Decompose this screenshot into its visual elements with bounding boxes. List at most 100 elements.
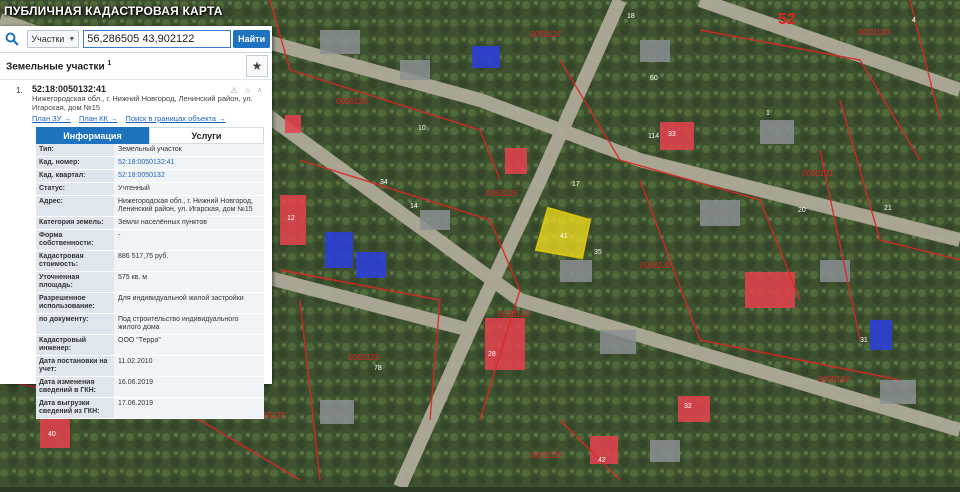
property-value: - bbox=[114, 230, 264, 250]
lot-label: 4 bbox=[912, 17, 916, 24]
plan-zu-link[interactable]: План ЗУ → bbox=[32, 114, 71, 123]
lot-label: 78 bbox=[374, 365, 382, 372]
property-key: Кад. квартал: bbox=[36, 170, 114, 182]
lot-label: 40 bbox=[48, 431, 56, 438]
property-row: Кад. номер: 52:18:0050132:41 bbox=[36, 157, 264, 170]
cadastral-number[interactable]: 52:18:0050132:41 bbox=[32, 84, 264, 94]
property-row: Статус: Учтенный bbox=[36, 183, 264, 196]
lot-label: 12 bbox=[287, 215, 295, 222]
quarter-label: 0050134 bbox=[818, 375, 850, 384]
quarter-label: 0050132 bbox=[640, 261, 672, 270]
quarter-label: 0050136 bbox=[530, 451, 562, 460]
property-row: Дата изменения сведений в ГКН: 16.06.2019 bbox=[36, 377, 264, 398]
property-row: Категория земель: Земли населённых пункто… bbox=[36, 217, 264, 230]
results-count: 1 bbox=[107, 59, 112, 67]
quarter-label: 0050127 bbox=[530, 30, 562, 39]
property-row: по документу: Под строительство индивидуа… bbox=[36, 314, 264, 335]
property-value: 11.02.2010 bbox=[114, 356, 264, 376]
quarter-label: 0050126 bbox=[486, 189, 518, 198]
property-key: Разрешенное использование: bbox=[36, 293, 114, 313]
lot-label: 60 bbox=[650, 75, 658, 82]
properties-table: Тип: Земельный участок Кад. номер: 52:18:00… bbox=[36, 144, 264, 419]
property-row: Дата выгрузки сведений из ГКН: 17.06.2019 bbox=[36, 398, 264, 419]
lot-label: 42 bbox=[598, 457, 606, 464]
lot-label: 35 bbox=[594, 249, 602, 256]
layer-select-value: Участки bbox=[31, 34, 65, 44]
section-title: Земельные участки 1 bbox=[6, 59, 112, 73]
info-panel: Участки ▼ Найти Земельные участки 1 ★ 1.… bbox=[0, 26, 272, 419]
property-key: Дата изменения сведений в ГКН: bbox=[36, 377, 114, 397]
tab-info[interactable]: Информация bbox=[36, 127, 149, 144]
result-links: План ЗУ → План КК → Поиск в границах объ… bbox=[32, 114, 264, 123]
property-value: 16.06.2019 bbox=[114, 377, 264, 397]
property-key: по документу: bbox=[36, 314, 114, 334]
result-address: Нижегородская обл., г. Нижний Новгород, … bbox=[32, 94, 253, 112]
property-key: Категория земель: bbox=[36, 217, 114, 229]
property-value: Под строительство индивидуального жилого… bbox=[114, 314, 264, 334]
result-tools[interactable]: ⚠ ☆ ˄ bbox=[231, 86, 264, 95]
property-key: Статус: bbox=[36, 183, 114, 195]
property-row: Кадастровый инженер: ООО "Терра" bbox=[36, 335, 264, 356]
property-value[interactable]: 52:18:0050132 bbox=[114, 170, 264, 182]
property-value: 886 517,75 руб. bbox=[114, 251, 264, 271]
property-value: ООО "Терра" bbox=[114, 335, 264, 355]
property-key: Дата выгрузки сведений из ГКН: bbox=[36, 398, 114, 418]
lot-label: 21 bbox=[884, 205, 892, 212]
lot-label: 114 bbox=[648, 133, 659, 140]
property-value: 575 кв. м bbox=[114, 272, 264, 292]
property-value: Земельный участок bbox=[114, 144, 264, 156]
results-header: Земельные участки 1 ★ bbox=[0, 53, 272, 80]
lot-label: 28 bbox=[488, 351, 496, 358]
search-in-bounds-link[interactable]: Поиск в границах объекта → bbox=[125, 114, 225, 123]
search-input[interactable] bbox=[83, 30, 232, 48]
plan-kk-link[interactable]: План КК → bbox=[79, 114, 118, 123]
lot-label: 14 bbox=[410, 203, 418, 210]
quarter-label: 0050126 bbox=[336, 97, 368, 106]
property-value: 17.06.2019 bbox=[114, 398, 264, 418]
property-row: Форма собственности: - bbox=[36, 230, 264, 251]
lot-label: 1 bbox=[766, 110, 770, 117]
tab-services[interactable]: Услуги bbox=[149, 127, 264, 144]
property-key: Адрес: bbox=[36, 196, 114, 216]
search-bar: Участки ▼ Найти bbox=[0, 26, 272, 53]
star-icon[interactable]: ★ bbox=[246, 55, 268, 77]
find-button[interactable]: Найти bbox=[233, 30, 270, 48]
property-value[interactable]: 52:18:0050132:41 bbox=[114, 157, 264, 169]
property-row: Дата постановки на учет: 11.02.2010 bbox=[36, 356, 264, 377]
property-key: Дата постановки на учет: bbox=[36, 356, 114, 376]
result-item: 1. ⚠ ☆ ˄ 52:18:0050132:41 Нижегородская … bbox=[0, 80, 272, 123]
property-row: Разрешенное использование: Для индивидуал… bbox=[36, 293, 264, 314]
property-key: Кад. номер: bbox=[36, 157, 114, 169]
app-title: ПУБЛИЧНАЯ КАДАСТРОВАЯ КАРТА bbox=[4, 4, 223, 18]
property-row: Кад. квартал: 52:18:0050132 bbox=[36, 170, 264, 183]
lot-label: 33 bbox=[668, 131, 676, 138]
layer-select[interactable]: Участки ▼ bbox=[27, 30, 80, 48]
lot-label: 32 bbox=[684, 403, 692, 410]
lot-label: 17 bbox=[572, 181, 580, 188]
property-value: Для индивидуальной жилой застройки bbox=[114, 293, 264, 313]
property-value: Учтенный bbox=[114, 183, 264, 195]
property-key: Кадастровая стоимость: bbox=[36, 251, 114, 271]
info-tabs: Информация Услуги bbox=[36, 127, 264, 144]
property-row: Уточненная площадь: 575 кв. м bbox=[36, 272, 264, 293]
quarter-label: 0050133 bbox=[498, 310, 530, 319]
chevron-down-icon: ▼ bbox=[68, 35, 76, 43]
property-key: Кадастровый инженер: bbox=[36, 335, 114, 355]
quarter-label: 0050131 bbox=[802, 169, 833, 178]
lot-label: 41 bbox=[560, 233, 568, 240]
quarter-label: 0050125 bbox=[348, 353, 380, 362]
search-icon[interactable] bbox=[2, 29, 21, 49]
property-key: Уточненная площадь: bbox=[36, 272, 114, 292]
lot-label: 34 bbox=[380, 179, 388, 186]
property-value: Нижегородская обл., г. Нижний Новгород, … bbox=[114, 196, 264, 216]
property-row: Тип: Земельный участок bbox=[36, 144, 264, 157]
lot-label: 10 bbox=[418, 125, 426, 132]
property-value: Земли населённых пунктов bbox=[114, 217, 264, 229]
property-row: Адрес: Нижегородская обл., г. Нижний Новг… bbox=[36, 196, 264, 217]
property-row: Кадастровая стоимость: 886 517,75 руб. bbox=[36, 251, 264, 272]
lot-label: 31 bbox=[860, 337, 868, 344]
result-number: 1. bbox=[16, 86, 23, 95]
quarter-label: 0050130 bbox=[858, 28, 890, 37]
lot-label: 20 bbox=[798, 207, 806, 214]
region-label: 52 bbox=[778, 11, 796, 28]
